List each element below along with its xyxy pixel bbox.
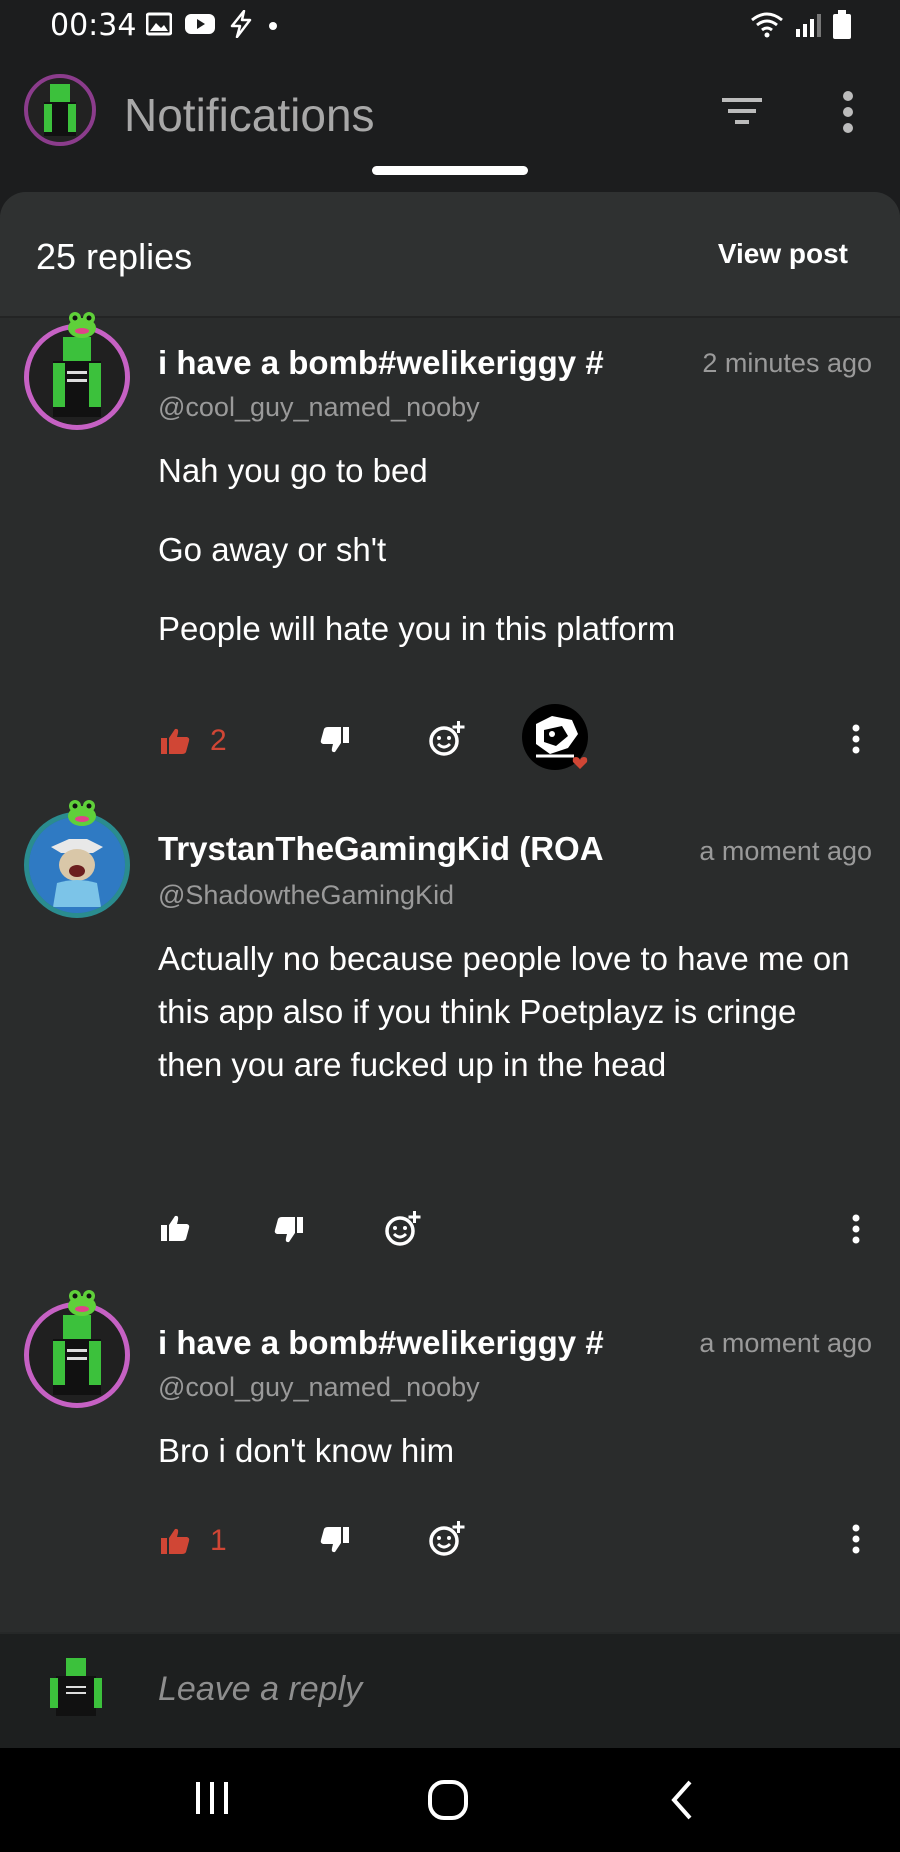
current-user-avatar: [46, 1656, 106, 1726]
reply-input[interactable]: Leave a reply: [158, 1670, 362, 1709]
status-icons-right: [750, 10, 852, 40]
comment-time: 2 minutes ago: [702, 348, 872, 378]
page-title: Notifications: [124, 89, 375, 141]
comment-author[interactable]: TrystanTheGamingKid (ROA: [158, 830, 652, 868]
image-icon: [146, 12, 172, 36]
reply-bar: Leave a reply: [0, 1632, 900, 1750]
add-reaction-icon[interactable]: [384, 1210, 422, 1248]
frog-badge-icon: [68, 312, 96, 338]
home-icon[interactable]: [426, 1778, 470, 1822]
like-button[interactable]: 1: [160, 1524, 227, 1558]
comment-author[interactable]: i have a bomb#welikeriggy #: [158, 344, 652, 382]
flash-icon: [230, 10, 252, 38]
comment-line: Nah you go to bed: [158, 452, 428, 489]
comment-actions: [158, 1208, 878, 1268]
avatar[interactable]: [24, 1288, 134, 1408]
comment: i have a bomb#welikeriggy # 2 minutes ag…: [0, 312, 900, 770]
comment-handle[interactable]: @cool_guy_named_nooby: [158, 392, 480, 423]
thumbs-up-icon: [161, 1528, 190, 1554]
like-count: 2: [210, 724, 227, 757]
filter-icon[interactable]: [720, 94, 764, 128]
system-nav-bar: [0, 1748, 900, 1852]
youtube-icon: [185, 14, 215, 34]
avatar[interactable]: [24, 798, 134, 918]
thumbs-down-icon[interactable]: [320, 1526, 350, 1554]
comment-handle[interactable]: @cool_guy_named_nooby: [158, 1372, 480, 1403]
like-count: 1: [210, 1524, 227, 1557]
battery-icon: [833, 10, 851, 39]
frog-badge-icon: [68, 800, 96, 826]
thumbs-up-icon: [161, 728, 190, 754]
view-post-button[interactable]: View post: [718, 238, 848, 270]
thumbs-down-icon[interactable]: [320, 726, 350, 754]
comment-line: Actually no because people love to have …: [158, 940, 850, 1083]
more-vertical-icon[interactable]: [836, 90, 860, 134]
thumbs-down-icon[interactable]: [274, 1216, 304, 1244]
avatar[interactable]: [24, 310, 134, 430]
comment-body: Nah you go to bed Go away or sh't People…: [158, 444, 858, 681]
wifi-icon: [751, 12, 783, 38]
comment-more-icon[interactable]: [850, 724, 862, 754]
heart-icon: [572, 757, 588, 769]
comment-time: a moment ago: [699, 1328, 872, 1358]
dot-icon: [269, 22, 277, 30]
comment: i have a bomb#welikeriggy # a moment ago…: [0, 1290, 900, 1636]
replies-count: 25 replies: [36, 236, 193, 277]
add-reaction-icon[interactable]: [428, 720, 466, 758]
drag-handle[interactable]: [372, 166, 528, 175]
frog-badge-icon: [68, 1290, 96, 1316]
sheet-header: 25 replies View post: [0, 192, 900, 318]
status-time: 00:34: [50, 8, 137, 43]
comment-author[interactable]: i have a bomb#welikeriggy #: [158, 1324, 652, 1362]
status-bar: 00:34: [0, 0, 900, 52]
replies-sheet: 25 replies View post i have a bomb#welik…: [0, 192, 900, 1748]
comment-time: a moment ago: [699, 836, 872, 866]
comment-actions: 1: [158, 1518, 878, 1578]
comment-handle[interactable]: @ShadowtheGamingKid: [158, 880, 454, 911]
comment-line: Go away or sh't: [158, 531, 387, 568]
thumbs-up-icon[interactable]: [160, 1214, 190, 1242]
back-icon[interactable]: [666, 1778, 696, 1822]
comment-more-icon[interactable]: [850, 1524, 862, 1554]
add-reaction-icon[interactable]: [428, 1520, 466, 1558]
comment-actions: 2: [158, 704, 878, 778]
comment-line: Bro i don't know him: [158, 1432, 455, 1469]
status-icons-left: [146, 10, 280, 38]
user-avatar[interactable]: [24, 74, 96, 146]
comment-body: Bro i don't know him: [158, 1424, 858, 1503]
signal-icon: [796, 14, 821, 37]
comment-more-icon[interactable]: [850, 1214, 862, 1244]
like-button[interactable]: 2: [160, 724, 227, 758]
recent-apps-icon[interactable]: [192, 1778, 232, 1818]
comment-line: People will hate you in this platform: [158, 610, 676, 647]
comment-body: Actually no because people love to have …: [158, 932, 858, 1117]
comment: TrystanTheGamingKid (ROA a moment ago @S…: [0, 800, 900, 1286]
